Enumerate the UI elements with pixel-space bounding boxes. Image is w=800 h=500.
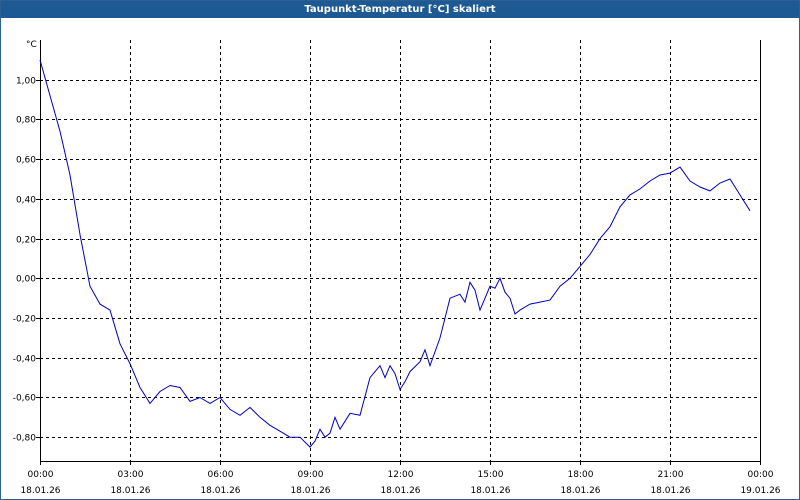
x-tick-time-label: 09:00: [298, 470, 324, 480]
x-tick-date-label: 18.01.26: [290, 486, 330, 496]
series-line: [39, 59, 751, 448]
x-tick-time-label: 12:00: [388, 470, 414, 480]
y-tick-label: -0,20: [13, 315, 37, 325]
x-tick-time-label: 15:00: [478, 470, 504, 480]
y-tick-label: -0,80: [13, 434, 37, 444]
y-tick-label: 0,80: [16, 116, 36, 126]
x-tick-date-label: 18.01.26: [470, 486, 510, 496]
y-axis-ticks: 1,00 0,80 0,60 0,40 0,20 0,00 -0,20 -0,40 -0,60 -…: [13, 77, 37, 444]
x-tick-date-label: 18.01.26: [560, 486, 600, 496]
x-tick-date-label: 18.01.26: [650, 486, 690, 496]
x-axis-ticks: 00:00 18.01.26 03:00 18.01.26 06:00 18.01.26 0…: [20, 470, 780, 496]
y-tick-label: 0,00: [16, 275, 36, 285]
x-tick-date-label: 19.01.26: [740, 486, 780, 496]
x-tick-date-label: 18.01.26: [20, 486, 60, 496]
series: [39, 59, 751, 448]
y-tick-label: 0,60: [16, 156, 36, 166]
x-tick-date-label: 18.01.26: [200, 486, 240, 496]
x-tick-date-label: 18.01.26: [380, 486, 420, 496]
x-tick-time-label: 06:00: [208, 470, 234, 480]
y-tick-label: -0,60: [13, 394, 37, 404]
y-axis-unit-label: °C: [26, 40, 37, 50]
y-tick-label: 1,00: [16, 77, 36, 87]
x-tick-time-label: 03:00: [118, 470, 144, 480]
y-tick-label: 0,40: [16, 196, 36, 206]
x-tick-time-label: 00:00: [748, 470, 774, 480]
axes: [36, 40, 761, 465]
y-tick-label: -0,40: [13, 355, 37, 365]
grid: [40, 40, 760, 461]
x-tick-time-label: 21:00: [658, 470, 684, 480]
x-tick-time-label: 18:00: [568, 470, 594, 480]
chart: 1,00 0,80 0,60 0,40 0,20 0,00 -0,20 -0,40 -0,60 -…: [13, 40, 781, 496]
x-tick-date-label: 18.01.26: [110, 486, 150, 496]
y-tick-label: 0,20: [16, 236, 36, 246]
x-tick-time-label: 00:00: [28, 470, 54, 480]
